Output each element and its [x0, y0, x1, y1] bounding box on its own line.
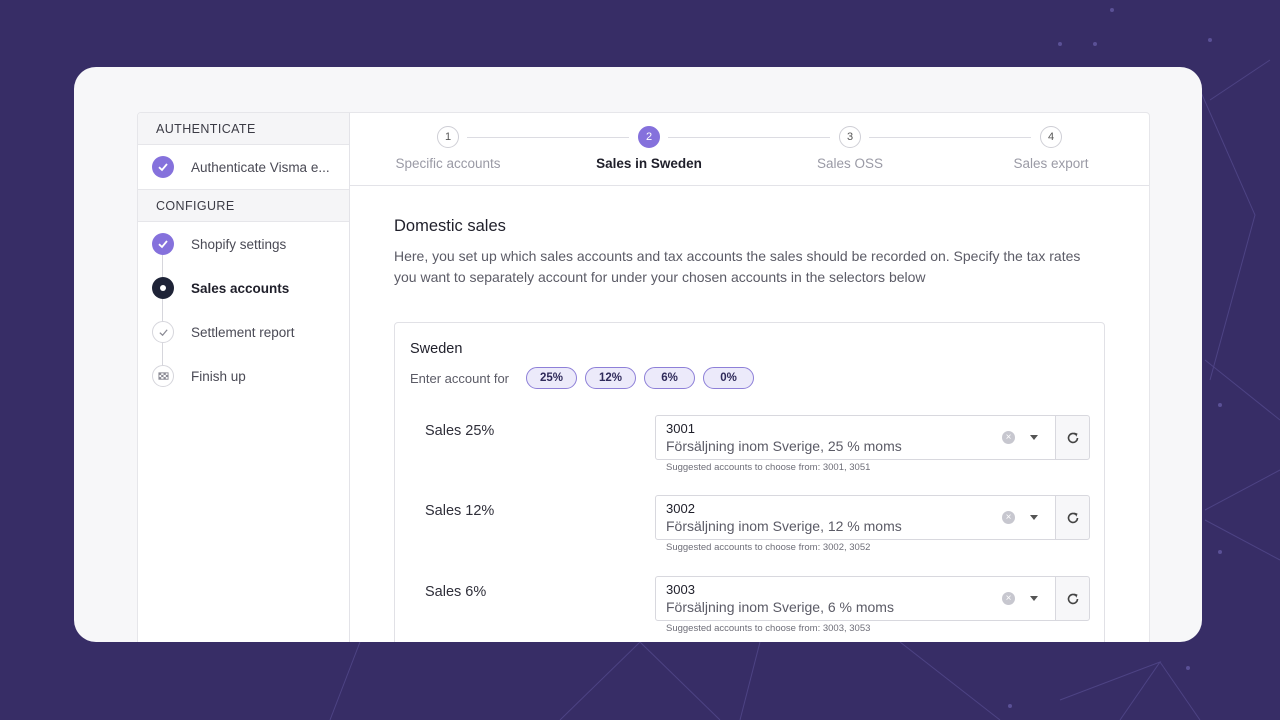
clear-icon[interactable]: ×: [1002, 431, 1015, 444]
chevron-down-icon[interactable]: [1030, 596, 1038, 601]
step-sales-export[interactable]: 4 Sales export: [971, 126, 1131, 171]
section-header-configure: CONFIGURE: [138, 190, 349, 222]
section-header-authenticate: AUTHENTICATE: [138, 113, 349, 145]
refresh-icon: [1067, 432, 1078, 443]
main-card: AUTHENTICATE Authenticate Visma e... CON…: [74, 67, 1202, 642]
sidebar-item-label: Finish up: [191, 368, 246, 384]
step-label: Sales in Sweden: [596, 156, 702, 171]
rate-pill-12[interactable]: 12%: [585, 367, 636, 389]
refresh-button[interactable]: [1055, 576, 1090, 621]
step-sales-in-sweden[interactable]: 2 Sales in Sweden: [569, 126, 729, 171]
wizard-panel: AUTHENTICATE Authenticate Visma e... CON…: [137, 112, 1150, 642]
account-row-sales-25: Sales 25% 3001 Försäljning inom Sverige,…: [395, 415, 1104, 495]
rate-pill-0[interactable]: 0%: [703, 367, 754, 389]
check-circle-icon: [152, 233, 174, 255]
account-name: Försäljning inom Sverige, 12 % moms: [666, 518, 902, 534]
rate-pill-6[interactable]: 6%: [644, 367, 695, 389]
step-label: Specific accounts: [395, 156, 501, 171]
sidebar-item-label: Sales accounts: [191, 280, 290, 296]
sidebar: AUTHENTICATE Authenticate Visma e... CON…: [138, 113, 350, 642]
clear-icon[interactable]: ×: [1002, 511, 1015, 524]
sidebar-item-settlement-report[interactable]: Settlement report: [138, 310, 349, 354]
configure-steps: Shopify settings Sales accounts Settleme…: [138, 222, 349, 398]
account-code: 3002: [666, 501, 695, 516]
rate-selector: Enter account for 25% 12% 6% 0%: [410, 367, 762, 389]
step-label: Sales export: [1013, 156, 1089, 171]
account-name: Försäljning inom Sverige, 25 % moms: [666, 438, 902, 454]
step-specific-accounts[interactable]: 1 Specific accounts: [368, 126, 528, 171]
sidebar-item-label: Authenticate Visma e...: [191, 159, 330, 175]
checkered-flag-icon: [152, 365, 174, 387]
chevron-down-icon[interactable]: [1030, 515, 1038, 520]
step-number: 3: [839, 126, 861, 148]
stepper: 1 Specific accounts 2 Sales in Sweden 3 …: [350, 113, 1149, 186]
page-title: Domestic sales: [394, 217, 506, 235]
refresh-icon: [1067, 593, 1078, 604]
account-row-label: Sales 6%: [425, 584, 487, 600]
account-row-sales-12: Sales 12% 3002 Försäljning inom Sverige,…: [395, 495, 1104, 575]
enter-account-label: Enter account for: [410, 370, 509, 386]
check-circle-icon: [152, 156, 174, 178]
step-number: 4: [1040, 126, 1062, 148]
account-select[interactable]: 3002 Försäljning inom Sverige, 12 % moms…: [655, 495, 1056, 540]
account-row-label: Sales 25%: [425, 423, 495, 439]
step-number: 2: [638, 126, 660, 148]
sidebar-item-label: Settlement report: [191, 324, 295, 340]
account-select[interactable]: 3003 Försäljning inom Sverige, 6 % moms …: [655, 576, 1056, 621]
clear-icon[interactable]: ×: [1002, 592, 1015, 605]
main-content: Domestic sales Here, you set up which sa…: [394, 186, 1105, 642]
account-row-label: Sales 12%: [425, 503, 495, 519]
country-box-sweden: Sweden Enter account for 25% 12% 6% 0% S…: [394, 322, 1105, 642]
sidebar-item-finish-up[interactable]: Finish up: [138, 354, 349, 398]
suggested-accounts-hint: Suggested accounts to choose from: 3002,…: [666, 542, 871, 553]
step-number: 1: [437, 126, 459, 148]
check-outline-icon: [152, 321, 174, 343]
step-label: Sales OSS: [816, 156, 884, 171]
account-select[interactable]: 3001 Försäljning inom Sverige, 25 % moms…: [655, 415, 1056, 460]
account-name: Försäljning inom Sverige, 6 % moms: [666, 599, 894, 615]
account-code: 3001: [666, 421, 695, 436]
step-sales-oss[interactable]: 3 Sales OSS: [770, 126, 930, 171]
refresh-button[interactable]: [1055, 495, 1090, 540]
sidebar-item-sales-accounts[interactable]: Sales accounts: [138, 266, 349, 310]
country-title: Sweden: [410, 341, 463, 357]
refresh-button[interactable]: [1055, 415, 1090, 460]
account-code: 3003: [666, 582, 695, 597]
rate-pill-25[interactable]: 25%: [526, 367, 577, 389]
suggested-accounts-hint: Suggested accounts to choose from: 3001,…: [666, 462, 871, 473]
current-step-icon: [152, 277, 174, 299]
account-row-sales-6: Sales 6% 3003 Försäljning inom Sverige, …: [395, 576, 1104, 642]
sidebar-item-shopify-settings[interactable]: Shopify settings: [138, 222, 349, 266]
sidebar-item-authenticate[interactable]: Authenticate Visma e...: [138, 145, 349, 190]
suggested-accounts-hint: Suggested accounts to choose from: 3003,…: [666, 623, 871, 634]
page-description: Here, you set up which sales accounts an…: [394, 248, 1081, 285]
sidebar-item-label: Shopify settings: [191, 236, 287, 252]
refresh-icon: [1067, 512, 1078, 523]
chevron-down-icon[interactable]: [1030, 435, 1038, 440]
